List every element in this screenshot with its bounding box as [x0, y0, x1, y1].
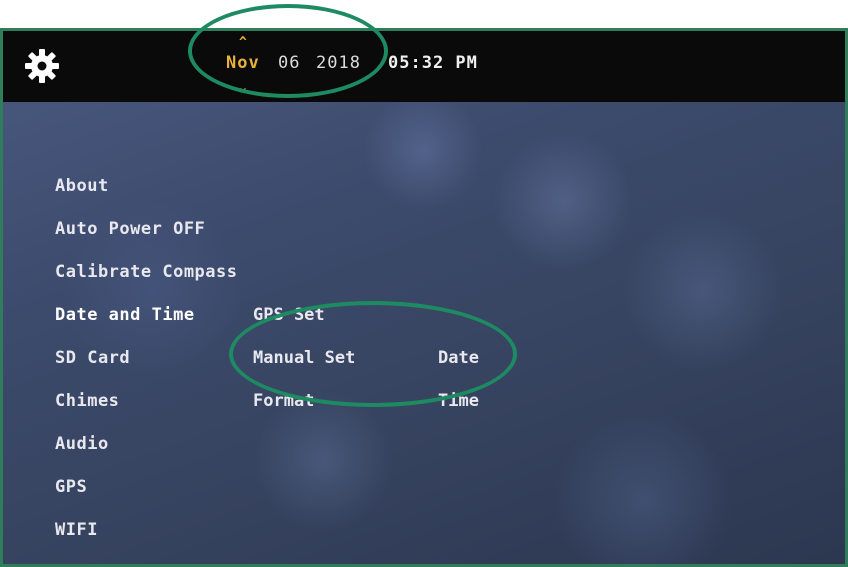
menu-item-sd-card[interactable]: SD Card: [55, 348, 130, 368]
menu-item-calibrate-compass[interactable]: Calibrate Compass: [55, 262, 238, 282]
menu-item-about[interactable]: About: [55, 176, 109, 196]
menu-item-gps[interactable]: GPS: [55, 477, 87, 497]
device-screen: ^ Nov ⌄ 06 2018 05:32 PM About Auto Powe…: [0, 28, 848, 567]
menu-item-wifi[interactable]: WIFI: [55, 520, 98, 540]
gear-icon[interactable]: [25, 49, 59, 83]
status-bar: ^ Nov ⌄ 06 2018 05:32 PM: [3, 31, 845, 102]
annotation-oval-manual-set: [229, 301, 517, 407]
menu-item-auto-power-off[interactable]: Auto Power OFF: [55, 219, 205, 239]
annotation-oval-date: [188, 4, 388, 98]
menu-item-audio[interactable]: Audio: [55, 434, 109, 454]
time-field[interactable]: 05:32 PM: [388, 53, 478, 73]
menu-item-chimes[interactable]: Chimes: [55, 391, 119, 411]
menu-item-date-and-time[interactable]: Date and Time: [55, 305, 195, 325]
